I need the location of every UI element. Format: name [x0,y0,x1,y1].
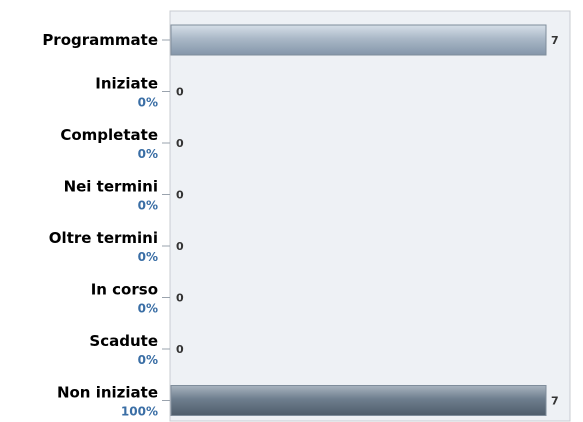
category-label: Completate [60,126,158,144]
percent-label: 0% [138,353,158,367]
value-label: 0 [176,343,184,356]
plot-area [169,10,571,422]
category-label: Iniziate [95,75,158,93]
value-label: 0 [176,240,184,253]
value-label: 0 [176,86,184,99]
percent-label: 0% [138,250,158,264]
category-label: Nei termini [64,178,158,196]
category-label: Non iniziate [57,384,158,402]
category-label: Oltre termini [49,229,158,247]
value-label: 0 [176,189,184,202]
percent-label: 0% [138,302,158,316]
bar-chart: Programmate 7 Iniziate 0% 0 Completate 0% 0 Nei … [42,10,571,422]
category-label: In corso [91,281,158,299]
value-label: 0 [176,292,184,305]
value-label: 7 [551,395,559,408]
category-label: Scadute [89,332,158,350]
percent-label: 0% [138,199,158,213]
value-label: 7 [551,34,559,47]
percent-label: 100% [121,405,158,419]
bar [170,24,547,56]
value-label: 0 [176,137,184,150]
percent-label: 0% [138,96,158,110]
bar [170,385,547,416]
percent-label: 0% [138,147,158,161]
category-label: Programmate [42,31,158,49]
